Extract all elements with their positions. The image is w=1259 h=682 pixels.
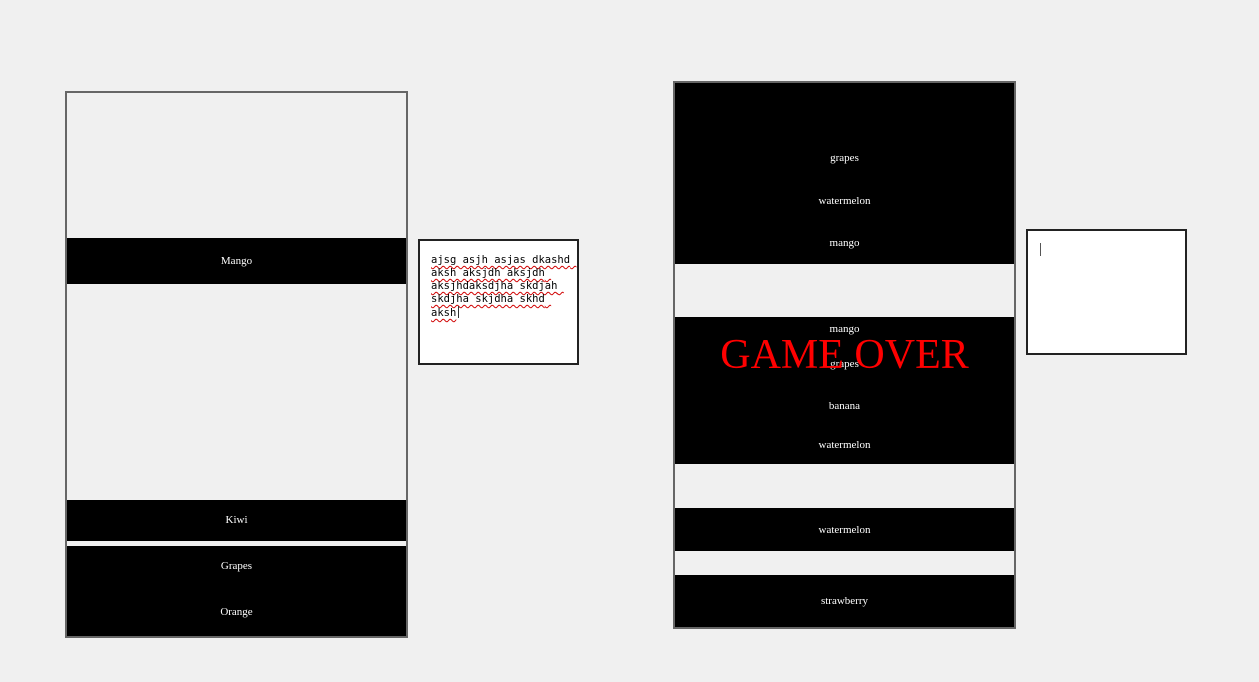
left-answer-value: ajsg asjh asjas dkashd aksh aksjdh aksjd… xyxy=(431,254,577,319)
right-game-board: grapes watermelon mango mango grapes ban… xyxy=(673,81,1016,629)
fruit-block-label: watermelon xyxy=(818,524,871,536)
fruit-block-watermelon: watermelon xyxy=(675,508,1014,551)
fruit-block-label: Mango xyxy=(220,255,253,267)
fruit-block-label: Grapes xyxy=(220,560,253,572)
text-caret xyxy=(458,306,460,318)
game-over-text: GAME OVER xyxy=(720,332,969,378)
fruit-block-label: watermelon xyxy=(818,195,871,207)
fruit-block-label: grapes xyxy=(830,152,859,164)
fruit-block-label: strawberry xyxy=(820,595,869,607)
fruit-block-kiwi: Kiwi xyxy=(67,500,406,541)
fruit-block-label: mango xyxy=(829,237,860,249)
fruit-block-top-stack: grapes watermelon mango xyxy=(675,83,1014,264)
fruit-block-label: Orange xyxy=(220,606,253,618)
fruit-block-mango: Mango xyxy=(67,238,406,284)
left-answer-text: ajsg asjh asjas dkashd aksh aksjdh aksjd… xyxy=(431,254,571,320)
fruit-block-label: Kiwi xyxy=(225,514,248,526)
text-caret xyxy=(1040,243,1041,256)
left-answer-textarea[interactable]: ajsg asjh asjas dkashd aksh aksjdh aksjd… xyxy=(418,239,579,365)
right-answer-textarea[interactable] xyxy=(1026,229,1187,355)
fruit-block-label: banana xyxy=(828,400,861,412)
left-game-board: Mango Kiwi Grapes Orange xyxy=(65,91,408,638)
fruit-block-grapes-orange: Grapes Orange xyxy=(67,546,406,636)
fruit-block-strawberry: strawberry xyxy=(675,575,1014,627)
fruit-block-label: watermelon xyxy=(818,439,871,451)
